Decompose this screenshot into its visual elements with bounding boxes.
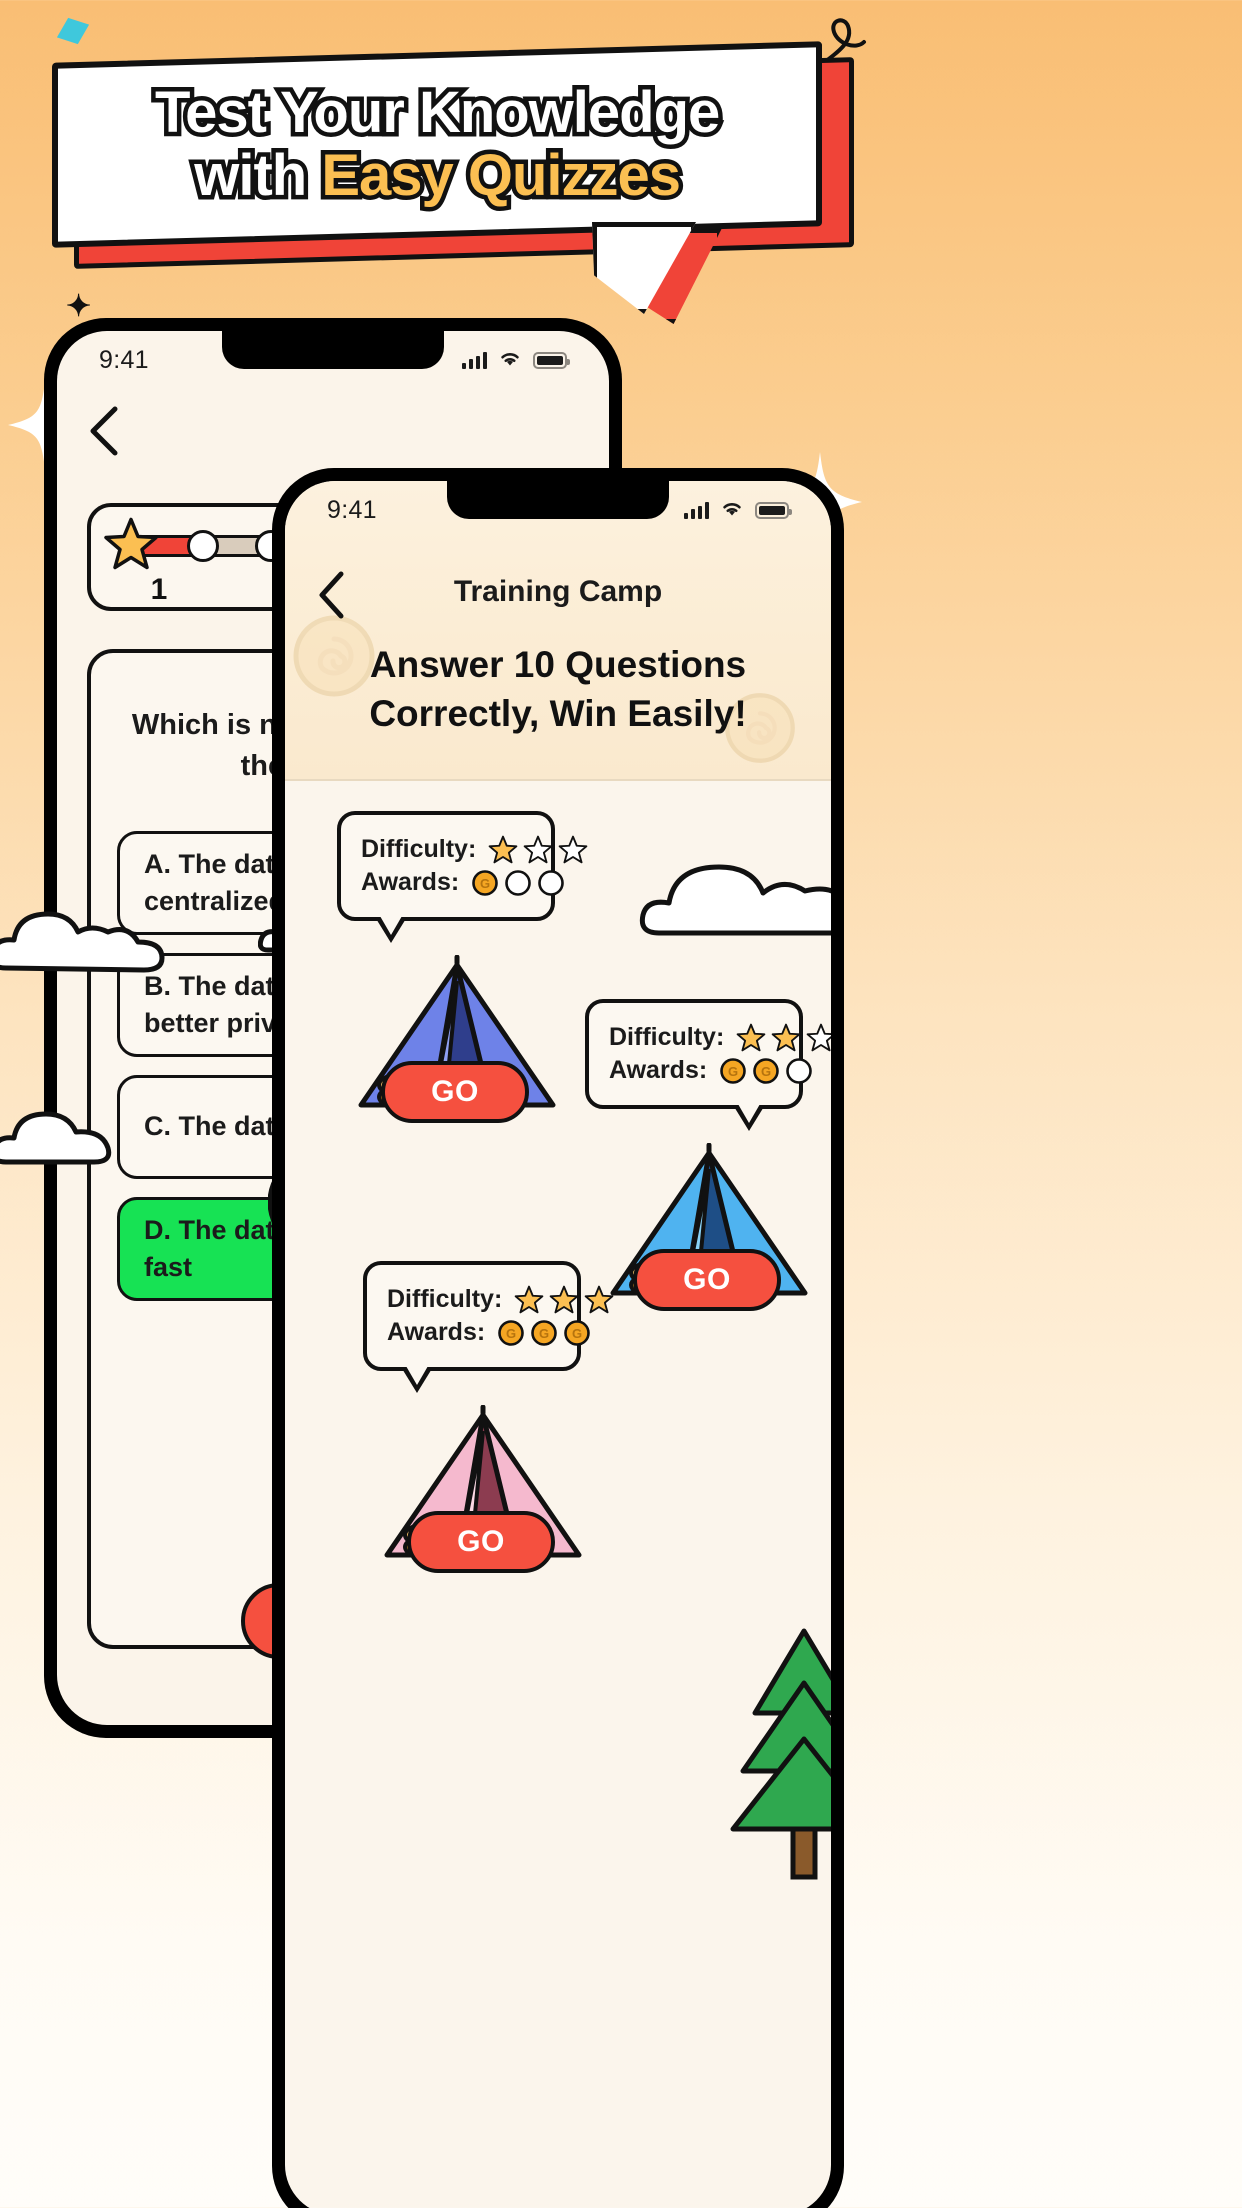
awards-coins-1: G — [471, 869, 565, 897]
cloud-decoration — [637, 833, 831, 948]
progress-star-filled-icon — [103, 517, 159, 576]
svg-text:G: G — [572, 1326, 582, 1341]
svg-text:G: G — [728, 1064, 738, 1079]
difficulty-stars-1 — [488, 835, 588, 864]
difficulty-label: Difficulty: — [361, 835, 477, 863]
page-heading-line2: Correctly, Win Easily! — [369, 692, 747, 734]
awards-coins-2: G G — [719, 1057, 813, 1085]
progress-node — [187, 530, 219, 562]
level-card-1: Difficulty: Awards: G GO — [337, 811, 588, 1136]
level-card-2: Difficulty: Awards: G G GO — [585, 999, 831, 1324]
cloud-decoration — [0, 1092, 130, 1175]
awards-label: Awards: — [361, 868, 460, 896]
back-phone-back-button[interactable] — [85, 403, 145, 463]
wifi-icon — [720, 499, 744, 522]
awards-label: Awards: — [609, 1056, 708, 1084]
banner-body: Test Your Knowledge with Easy Quizzes — [52, 41, 822, 248]
level-card-3: Difficulty: Awards: G G G GO — [363, 1261, 614, 1586]
difficulty-stars-3 — [514, 1285, 614, 1314]
pine-tree-decoration — [725, 1621, 831, 1886]
page-heading-line1: Answer 10 Questions — [369, 644, 747, 685]
front-nav-bar: Training Camp — [285, 569, 831, 625]
svg-text:G: G — [480, 876, 490, 891]
page-heading: Answer 10 Questions Correctly, Win Easil… — [319, 641, 797, 739]
difficulty-label: Difficulty: — [387, 1285, 503, 1313]
banner-headline-2-plain: with — [190, 138, 322, 212]
awards-label: Awards: — [387, 1318, 486, 1346]
promo-banner: Test Your Knowledge with Easy Quizzes — [52, 41, 854, 324]
page-title: Training Camp — [453, 575, 663, 608]
sparkle-decoration: ✦ — [66, 290, 92, 323]
level-2-info-bubble: Difficulty: Awards: G G — [585, 999, 831, 1131]
level-1-go-button[interactable]: GO — [381, 1061, 529, 1123]
battery-icon — [755, 501, 792, 519]
diamond-decoration — [56, 17, 90, 45]
wifi-icon — [498, 349, 522, 372]
battery-icon — [533, 351, 570, 369]
banner-headline-2-highlight: Easy Quizzes — [317, 138, 685, 212]
progress-label-start: 1 — [150, 573, 168, 606]
difficulty-stars-2 — [736, 1023, 831, 1052]
svg-text:G: G — [539, 1326, 549, 1341]
status-time: 9:41 — [327, 495, 377, 524]
front-phone-mockup: 9:41 Training Camp Answer 10 Questions C… — [272, 468, 844, 2208]
level-1-info-bubble: Difficulty: Awards: G — [337, 811, 588, 943]
front-status-bar: 9:41 — [285, 481, 831, 539]
level-2-go-button[interactable]: GO — [633, 1249, 781, 1311]
cloud-decoration — [0, 880, 168, 981]
banner-headline-1: Test Your Knowledge — [150, 75, 723, 149]
awards-coins-3: G G G — [497, 1319, 591, 1347]
front-phone-screen: 9:41 Training Camp Answer 10 Questions C… — [285, 481, 831, 2208]
signal-bars-icon — [683, 501, 709, 519]
banner-headline-2: with Easy Quizzes — [155, 138, 719, 212]
level-3-info-bubble: Difficulty: Awards: G G G — [363, 1261, 614, 1393]
status-time: 9:41 — [99, 345, 149, 374]
signal-bars-icon — [461, 351, 487, 369]
svg-text:G: G — [761, 1064, 771, 1079]
svg-text:G: G — [506, 1326, 516, 1341]
back-status-bar: 9:41 — [57, 331, 609, 389]
level-3-go-button[interactable]: GO — [407, 1511, 555, 1573]
difficulty-label: Difficulty: — [609, 1023, 725, 1051]
